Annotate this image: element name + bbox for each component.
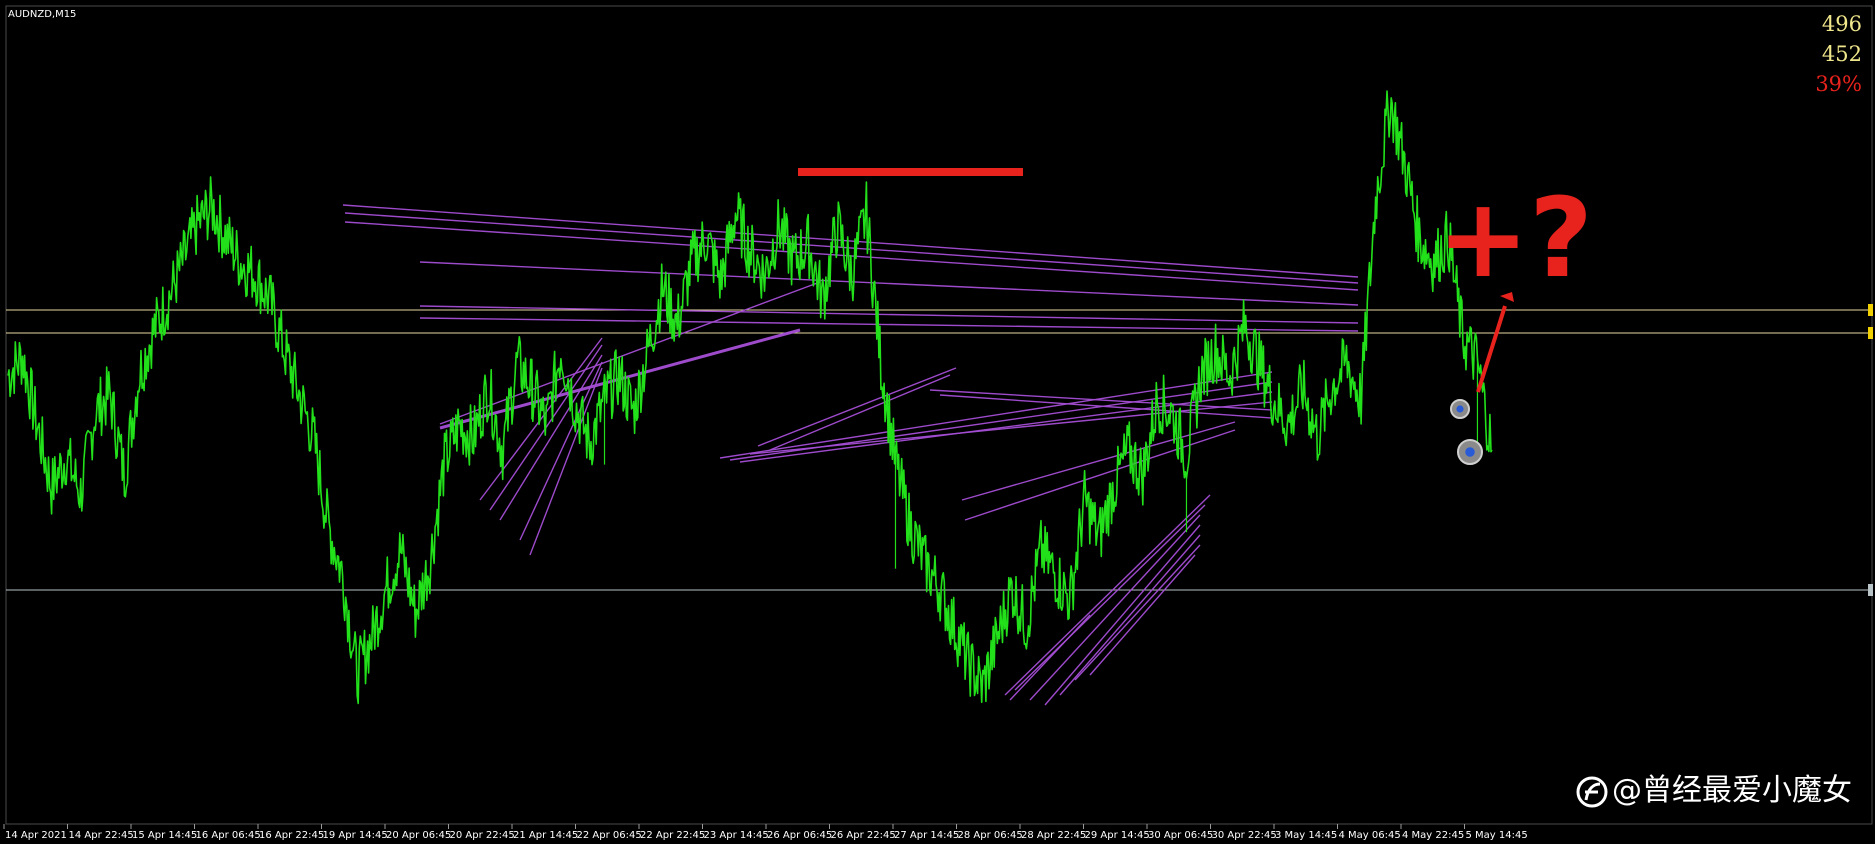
x-tick-label-12: 26 Apr 06:45 (767, 830, 832, 841)
x-tick-label-6: 20 Apr 06:45 (386, 830, 451, 841)
x-tick-label-16: 28 Apr 22:45 (1021, 830, 1086, 841)
chart-background (0, 0, 1875, 844)
level-handle-lower (1868, 584, 1873, 596)
x-tick-label-22: 4 May 22:45 (1402, 830, 1464, 841)
order-marker-core-1 (1465, 447, 1475, 457)
stats-group: 496 452 39% (1815, 12, 1862, 96)
x-tick-label-10: 22 Apr 22:45 (640, 830, 705, 841)
x-tick-label-21: 4 May 06:45 (1339, 830, 1401, 841)
x-tick-label-15: 28 Apr 06:45 (958, 830, 1023, 841)
order-marker-core-0 (1456, 405, 1464, 413)
stat-value-2: 39% (1815, 72, 1862, 96)
x-tick-label-11: 23 Apr 14:45 (704, 830, 769, 841)
x-tick-label-7: 20 Apr 22:45 (450, 830, 515, 841)
x-tick-label-20: 3 May 14:45 (1275, 830, 1337, 841)
x-tick-label-19: 30 Apr 22:45 (1212, 830, 1277, 841)
x-tick-label-18: 30 Apr 06:45 (1148, 830, 1213, 841)
x-tick-label-5: 19 Apr 14:45 (323, 830, 388, 841)
stat-value-0: 496 (1822, 12, 1862, 36)
stat-value-1: 452 (1822, 42, 1862, 66)
x-tick-label-13: 26 Apr 22:45 (831, 830, 896, 841)
level-handle-middle (1868, 327, 1873, 339)
annotation-text: +? (1437, 174, 1593, 302)
x-tick-label-14: 27 Apr 14:45 (894, 830, 959, 841)
x-tick-label-0: 14 Apr 2021 (5, 830, 67, 841)
x-tick-label-8: 21 Apr 14:45 (513, 830, 578, 841)
x-tick-label-3: 16 Apr 06:45 (196, 830, 261, 841)
chart-root: AUDNZD,M15 +? 496 452 39% 14 Apr 2021 14 Ap… (0, 0, 1875, 844)
x-tick-label-1: 14 Apr 22:45 (69, 830, 134, 841)
x-tick-label-4: 16 Apr 22:45 (259, 830, 324, 841)
x-tick-label-9: 22 Apr 06:45 (577, 830, 642, 841)
symbol-label: AUDNZD,M15 (8, 9, 76, 20)
price-chart[interactable]: AUDNZD,M15 +? 496 452 39% 14 Apr 2021 14 Ap… (0, 0, 1875, 844)
level-handle-upper (1868, 304, 1873, 316)
x-tick-label-2: 15 Apr 14:45 (132, 830, 197, 841)
x-tick-label-17: 29 Apr 14:45 (1085, 830, 1150, 841)
watermark: @曾经最爱小魔女 (1612, 773, 1852, 808)
x-tick-label-23: 5 May 14:45 (1466, 830, 1528, 841)
